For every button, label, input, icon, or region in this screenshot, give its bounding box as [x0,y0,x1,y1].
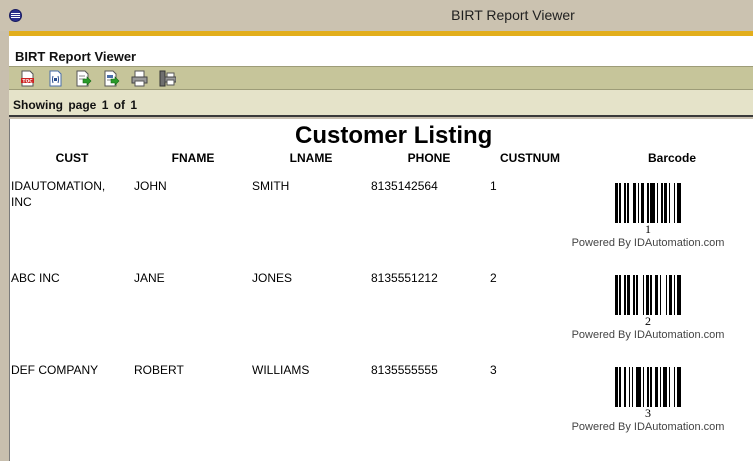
barcode-bar [673,183,676,223]
column-header-custnum: CUSTNUM [500,151,560,165]
barcode-bar [676,367,682,407]
cell-lname: JONES [252,271,293,285]
barcode-bar [668,367,671,407]
column-header-phone: PHONE [407,151,451,165]
barcode-human-readable: 1 [645,222,651,236]
showing-page-label: Showing page [13,98,97,112]
report-content: Customer Listing CUST FNAME LNAME PHONE … [9,119,753,461]
column-header-fname: FNAME [171,151,215,165]
barcode-bar [676,183,682,223]
cell-phone: 8135142564 [371,179,438,193]
barcode-bar [627,275,631,315]
barcode-powered-by: Powered By IDAutomation.com [571,421,725,433]
barcode-bar [673,275,676,315]
page-indicator: Showing page 1 of 1 [13,98,137,112]
barcode-cell: 2 Powered By IDAutomation.com [568,275,728,342]
barcode-image [614,367,682,407]
cell-cust: DEF COMPANY [11,363,99,377]
column-header-lname: LNAME [289,151,333,165]
cell-fname: ROBERT [134,363,184,377]
svg-text:TOC: TOC [22,78,33,84]
cell-custnum: 2 [490,271,497,285]
barcode-cell: 3 Powered By IDAutomation.com [568,367,728,434]
barcode-bar [664,183,668,223]
print-server-icon[interactable] [159,70,177,87]
barcode-human-readable: 2 [645,314,651,328]
cell-fname: JOHN [134,179,167,193]
barcode-bar [641,183,645,223]
barcode-bar [659,367,662,407]
cell-lname: SMITH [252,179,290,193]
barcode-image [614,275,682,315]
app-header: BIRT Report Viewer [9,36,753,66]
barcode-bar [642,275,645,315]
total-pages-number: 1 [130,98,138,112]
barcode-bar [661,183,663,223]
cell-cust: IDAUTOMATION, INC [11,179,106,209]
window-title: BIRT Report Viewer [451,7,575,23]
barcode-bar [647,367,649,407]
print-icon[interactable] [131,70,148,87]
barcode-bar [642,367,645,407]
toolbar: TOC [9,66,753,90]
toc-icon[interactable]: TOC [19,70,36,87]
barcode-bar [623,275,626,315]
barcode-powered-by: Powered By IDAutomation.com [571,329,725,341]
cell-custnum: 3 [490,363,497,377]
barcode-cell: 1 Powered By IDAutomation.com [568,183,728,250]
barcode-bar [650,367,652,407]
title-bar[interactable]: BIRT Report Viewer [0,0,753,31]
current-page-number: 1 [101,98,109,112]
barcode-bar [668,183,671,223]
barcode-bar [645,275,649,315]
column-header-cust: CUST [55,151,89,165]
barcode-bar [665,275,668,315]
barcode-bar [650,183,655,223]
barcode-bar [654,275,659,315]
barcode-bar [614,183,618,223]
barcode-bar [654,367,659,407]
cell-phone: 8135551212 [371,271,438,285]
barcode-bar [619,183,621,223]
barcode-bar [614,275,618,315]
barcode-bar [659,275,662,315]
barcode-bar [676,275,682,315]
column-header-barcode: Barcode [647,151,697,165]
barcode-bar [647,183,649,223]
barcode-bar [623,183,626,223]
barcode-bar [637,183,640,223]
barcode-bar [673,367,676,407]
cell-cust: ABC INC [11,271,60,285]
barcode-bar [633,183,637,223]
barcode-bar [631,367,634,407]
barcode-bar [614,367,618,407]
barcode-powered-by: Powered By IDAutomation.com [571,237,725,249]
report-title: Customer Listing [295,122,493,149]
barcode-bar [656,183,659,223]
cell-custnum: 1 [490,179,497,193]
barcode-bar [628,367,631,407]
barcode-bar [662,367,668,407]
barcode-bar [636,367,641,407]
export-report-icon[interactable] [103,70,120,87]
cell-phone: 8135555555 [371,363,438,377]
run-report-icon[interactable] [47,70,64,87]
barcode-image [614,183,682,223]
report-viewer-window: BIRT Report Viewer BIRT Report Viewer TO… [0,0,753,461]
barcode-bar [627,183,629,223]
barcode-bar [619,367,621,407]
barcode-bar [636,275,638,315]
barcode-bar [619,275,621,315]
barcode-human-readable: 3 [645,406,651,420]
page-navigation-bar: Showing page 1 of 1 [9,90,753,117]
of-label: of [113,98,126,112]
barcode-bar [633,275,635,315]
barcode-bar [650,275,652,315]
barcode-bar [623,367,626,407]
cell-lname: WILLIAMS [252,363,310,377]
cell-fname: JANE [134,271,165,285]
export-data-icon[interactable] [75,70,92,87]
app-title: BIRT Report Viewer [15,49,137,64]
barcode-bar [668,275,673,315]
